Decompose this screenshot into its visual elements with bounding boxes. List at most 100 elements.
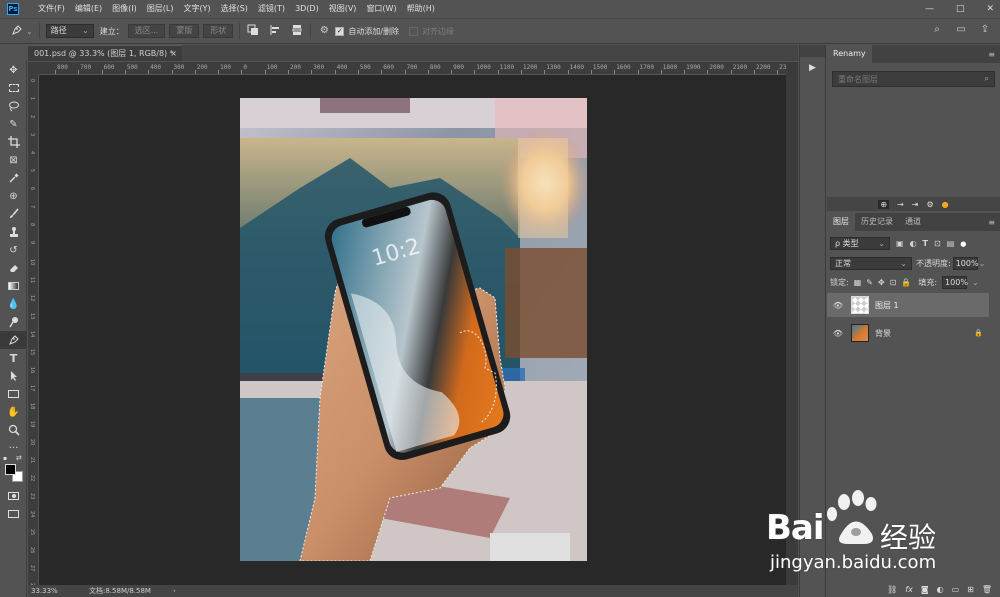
- align-edges-checkbox[interactable]: [409, 26, 419, 36]
- path-alignment-icon[interactable]: [268, 24, 282, 38]
- lock-paint-icon[interactable]: ✎: [866, 278, 873, 287]
- link-layers-icon[interactable]: ⛓: [887, 585, 897, 594]
- chevron-down-icon[interactable]: ⌄: [972, 278, 979, 287]
- menu-select[interactable]: 选择(S): [216, 0, 253, 18]
- trash-icon[interactable]: 🗑: [982, 585, 992, 594]
- workspace-icon[interactable]: ▭: [954, 23, 968, 37]
- forward-icon[interactable]: →: [897, 200, 904, 209]
- path-operations-icon[interactable]: [246, 24, 260, 38]
- blur-tool-icon[interactable]: 💧: [0, 295, 27, 313]
- zoom-tool-icon[interactable]: [0, 421, 27, 439]
- renamy-panel-title[interactable]: Renamy: [827, 45, 872, 63]
- filter-pixel-icon[interactable]: ▣: [896, 239, 904, 248]
- visibility-eye-icon[interactable]: 👁: [829, 329, 847, 338]
- ruler-origin[interactable]: [28, 62, 39, 75]
- share-icon[interactable]: ⇪: [978, 23, 992, 37]
- search-icon[interactable]: ⌕: [930, 23, 944, 37]
- path-arrangement-icon[interactable]: [290, 24, 304, 38]
- gradient-tool-icon[interactable]: [0, 277, 27, 295]
- new-layer-icon[interactable]: ⊞: [967, 585, 974, 594]
- visibility-eye-icon[interactable]: 👁: [829, 301, 847, 310]
- menu-3d[interactable]: 3D(D): [290, 0, 324, 18]
- menu-window[interactable]: 窗口(W): [361, 0, 401, 18]
- auto-add-delete-checkbox[interactable]: ✓: [335, 26, 345, 36]
- history-brush-tool-icon[interactable]: ↺: [0, 241, 27, 259]
- properties-icon[interactable]: ⊕: [878, 199, 890, 209]
- quick-mask-icon[interactable]: [0, 487, 27, 505]
- quick-selection-tool-icon[interactable]: ✎: [0, 115, 27, 133]
- crop-tool-icon[interactable]: [0, 133, 27, 151]
- path-selection-tool-icon[interactable]: [0, 367, 27, 385]
- panel-menu-icon[interactable]: ≡: [988, 218, 995, 227]
- layer-row[interactable]: 👁 背景 🔒: [827, 321, 989, 345]
- fill-input[interactable]: 100%: [942, 276, 968, 289]
- opacity-input[interactable]: 100%: [952, 257, 979, 270]
- menu-filter[interactable]: 滤镜(T): [253, 0, 290, 18]
- blend-mode-select[interactable]: 正常 ⌄: [830, 257, 912, 270]
- menu-help[interactable]: 帮助(H): [402, 0, 440, 18]
- lock-transparent-icon[interactable]: ▦: [854, 278, 862, 287]
- hand-tool-icon[interactable]: ✋: [0, 403, 27, 421]
- eyedropper-tool-icon[interactable]: [0, 169, 27, 187]
- type-tool-icon[interactable]: T: [0, 349, 27, 367]
- minimize-button[interactable]: —: [925, 0, 934, 18]
- clone-stamp-tool-icon[interactable]: [0, 223, 27, 241]
- filter-shape-icon[interactable]: ⊡: [934, 239, 941, 248]
- maximize-button[interactable]: □: [956, 0, 965, 18]
- mode-select[interactable]: 路径 ⌄: [45, 24, 94, 38]
- panel-menu-icon[interactable]: ≡: [988, 50, 995, 59]
- horizontal-ruler[interactable]: 800 700 600 500 400 300 200 100 0 100 200 300 400 500…: [39, 62, 786, 75]
- tab-history[interactable]: 历史记录: [855, 213, 899, 231]
- menu-edit[interactable]: 编辑(E): [70, 0, 107, 18]
- menu-type[interactable]: 文字(Y): [178, 0, 215, 18]
- gear-icon[interactable]: ⚙: [317, 24, 331, 38]
- menu-image[interactable]: 图像(I): [107, 0, 142, 18]
- document-tab[interactable]: 001.psd @ 33.3% (图层 1, RGB/8) * ×: [28, 45, 182, 61]
- rectangle-tool-icon[interactable]: [0, 385, 27, 403]
- frame-tool-icon[interactable]: ⊠: [0, 151, 27, 169]
- tool-preset-chevron-icon[interactable]: ⌄: [26, 27, 33, 36]
- pen-tool-icon[interactable]: [0, 331, 27, 349]
- menu-view[interactable]: 视图(V): [324, 0, 362, 18]
- close-window-button[interactable]: ✕: [986, 0, 994, 18]
- document-image[interactable]: 10:2: [240, 98, 587, 561]
- new-group-icon[interactable]: ▭: [952, 585, 960, 594]
- filter-toggle-icon[interactable]: ●: [960, 240, 966, 248]
- info-icon[interactable]: ●: [942, 200, 949, 209]
- adjustment-layer-icon[interactable]: ◐: [937, 585, 944, 594]
- filter-adjustment-icon[interactable]: ◐: [910, 239, 917, 248]
- lock-artboard-icon[interactable]: ⊡: [890, 278, 897, 287]
- lock-position-icon[interactable]: ✥: [878, 278, 885, 287]
- healing-brush-tool-icon[interactable]: ⊕: [0, 187, 27, 205]
- lasso-tool-icon[interactable]: [0, 97, 27, 115]
- zoom-level[interactable]: 33.33%: [31, 587, 81, 595]
- dodge-tool-icon[interactable]: [0, 313, 27, 331]
- chevron-down-icon[interactable]: ⌄: [979, 259, 986, 268]
- document-tab-close-button[interactable]: ×: [170, 46, 177, 61]
- eraser-tool-icon[interactable]: [0, 259, 27, 277]
- status-menu-arrow-icon[interactable]: ›: [173, 587, 176, 595]
- make-shape-button[interactable]: 形状: [203, 24, 234, 38]
- vertical-ruler[interactable]: 0 1 2 3 4 5 6 7 8 9 10 11 12 13 14 15 16 17 18 19 20 21 22 23 24…: [28, 75, 39, 585]
- make-mask-button[interactable]: 蒙版: [169, 24, 200, 38]
- foreground-color-swatch[interactable]: [5, 464, 16, 475]
- fx-icon[interactable]: fx: [905, 585, 913, 594]
- settings-icon[interactable]: ⚙: [926, 200, 933, 209]
- move-tool-icon[interactable]: ✥: [0, 61, 27, 79]
- make-selection-button[interactable]: 选区...: [127, 24, 166, 38]
- export-icon[interactable]: ⇥: [912, 200, 919, 209]
- screen-mode-icon[interactable]: [0, 505, 27, 523]
- brush-tool-icon[interactable]: [0, 205, 27, 223]
- lock-all-icon[interactable]: 🔒: [901, 278, 911, 287]
- pen-icon[interactable]: [10, 24, 24, 38]
- rename-layer-input[interactable]: 重命名图层 ⌕: [832, 71, 995, 87]
- menu-file[interactable]: 文件(F): [33, 0, 70, 18]
- filter-smart-object-icon[interactable]: ▤: [947, 239, 955, 248]
- tab-layers[interactable]: 图层: [827, 213, 855, 231]
- default-colors-icon[interactable]: ▪: [3, 455, 7, 462]
- layer-filter-select[interactable]: ρ 类型 ⌄: [830, 237, 890, 250]
- swap-colors-icon[interactable]: ⇄: [16, 454, 22, 462]
- search-icon[interactable]: ⌕: [985, 74, 989, 84]
- marquee-tool-icon[interactable]: [0, 79, 27, 97]
- tab-channels[interactable]: 通道: [899, 213, 927, 231]
